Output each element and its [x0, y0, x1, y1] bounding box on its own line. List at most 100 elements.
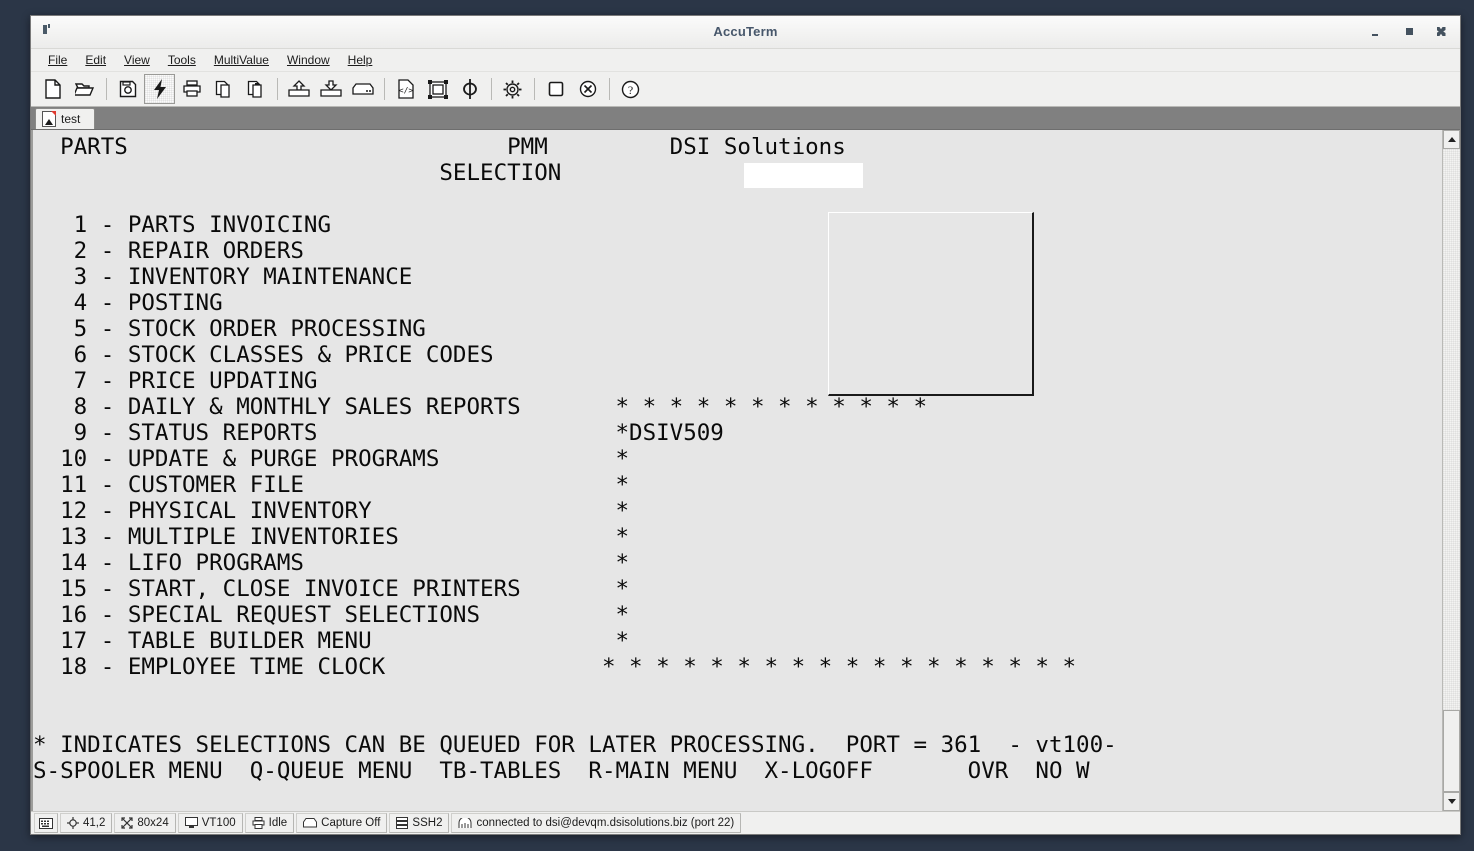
download-button[interactable] — [315, 74, 346, 104]
connect-button[interactable] — [144, 74, 175, 104]
menu-item-multivalue[interactable]: MultiValue — [205, 51, 278, 69]
terminal-line: 4 - POSTING — [33, 290, 223, 316]
selection-input[interactable] — [744, 163, 863, 188]
monitor-icon — [184, 817, 198, 828]
terminal-line: 9 - STATUS REPORTS *DSIV509 — [33, 420, 724, 446]
scroll-up-button[interactable] — [1443, 130, 1460, 149]
cancel-circle-icon — [579, 80, 596, 98]
menu-item-edit[interactable]: Edit — [76, 51, 115, 69]
printer-icon — [252, 817, 265, 829]
terminal-line: * INDICATES SELECTIONS CAN BE QUEUED FOR… — [33, 732, 1117, 758]
maximize-icon — [1405, 28, 1413, 35]
terminal-line: 14 - LIFO PROGRAMS * — [33, 550, 630, 576]
terminal-screen[interactable]: PARTS PMM DSI Solutions SELECTION 1 - PA… — [33, 130, 1442, 811]
save-button[interactable] — [112, 74, 143, 104]
toolbar-separator — [609, 78, 610, 100]
keyboard-icon — [39, 817, 53, 829]
print-icon — [182, 80, 201, 97]
scroll-down-button[interactable] — [1443, 792, 1460, 811]
settings-button[interactable] — [497, 74, 528, 104]
svg-text:</>: </> — [398, 86, 413, 95]
capture-status[interactable]: Capture Off — [296, 813, 388, 833]
close-icon — [1436, 27, 1446, 36]
terminal-line: 6 - STOCK CLASSES & PRICE CODES — [33, 342, 494, 368]
toolbar-separator — [491, 78, 492, 100]
protocol-label: SSH2 — [412, 817, 443, 829]
terminal-line: 11 - CUSTOMER FILE * — [33, 472, 630, 498]
menu-label-window: Window — [286, 53, 330, 67]
save-disk-icon — [119, 80, 136, 98]
help-button[interactable]: ? — [615, 74, 646, 104]
lightning-bolt-icon — [153, 79, 166, 99]
designer-button[interactable] — [422, 74, 453, 104]
server-icon — [396, 817, 409, 829]
terminal-area: PARTS PMM DSI Solutions SELECTION 1 - PA… — [31, 130, 1460, 811]
upload-button[interactable] — [283, 74, 314, 104]
paste-button[interactable] — [240, 74, 271, 104]
terminal-line: 5 - STOCK ORDER PROCESSING — [33, 316, 426, 342]
menu-item-view[interactable]: View — [115, 51, 159, 69]
terminal-session-icon — [42, 111, 56, 127]
code-file-button[interactable]: </> — [390, 74, 421, 104]
cancel-button[interactable] — [572, 74, 603, 104]
emulation-label: VT100 — [201, 817, 236, 829]
toolbar-separator — [106, 78, 107, 100]
open-folder-icon — [74, 83, 94, 96]
drive-button[interactable] — [347, 74, 378, 104]
keyboard-status[interactable] — [34, 813, 58, 833]
help-icon: ? — [621, 80, 640, 98]
capture-icon — [303, 818, 318, 828]
printer-label: Idle — [268, 817, 288, 829]
cursor-position-label: 41,2 — [83, 817, 106, 829]
paste-icon — [247, 80, 262, 98]
terminal-line: 18 - EMPLOYEE TIME CLOCK * * * * * * * *… — [33, 654, 1077, 680]
connection-status[interactable]: connected to dsi@devqm.dsisolutions.biz … — [451, 813, 742, 833]
open-folder-button[interactable] — [69, 74, 100, 104]
emulation-status[interactable]: VT100 — [177, 813, 243, 833]
maximize-button[interactable] — [1392, 16, 1426, 47]
tab-test[interactable]: test — [35, 108, 96, 129]
screen-size-status[interactable]: 80x24 — [114, 813, 176, 833]
menu-item-help[interactable]: Help — [339, 51, 382, 69]
toolbar-separator — [534, 78, 535, 100]
menu-label-file: File — [48, 53, 68, 67]
chevron-up-icon — [1447, 137, 1456, 142]
menu-item-file[interactable]: File — [39, 51, 76, 69]
svg-text:?: ? — [628, 83, 633, 97]
terminal-line: 17 - TABLE BUILDER MENU * — [33, 628, 630, 654]
cursor-position-status[interactable]: 41,2 — [60, 813, 113, 833]
copy-button[interactable] — [208, 74, 239, 104]
terminal-line: 2 - REPAIR ORDERS — [33, 238, 304, 264]
protocol-status[interactable]: SSH2 — [389, 813, 450, 833]
cursor-position-icon — [67, 817, 79, 829]
menu-bar: File Edit View Tools MultiValue Window H… — [31, 49, 1460, 72]
terminal-line: 13 - MULTIPLE INVENTORIES * — [33, 524, 630, 550]
new-file-button[interactable] — [37, 74, 68, 104]
menu-label-edit: Edit — [85, 53, 107, 67]
copy-icon — [215, 80, 230, 98]
toolbar-separator — [277, 78, 278, 100]
menu-item-window[interactable]: Window — [278, 51, 339, 69]
minimize-button[interactable] — [1358, 16, 1392, 47]
stop-button[interactable] — [540, 74, 571, 104]
title-bar[interactable]: AccuTerm — [31, 16, 1460, 49]
vertical-scrollbar[interactable] — [1442, 130, 1460, 811]
phi-button[interactable] — [454, 74, 485, 104]
menu-item-tools[interactable]: Tools — [159, 51, 205, 69]
print-button[interactable] — [176, 74, 207, 104]
terminal-line: 3 - INVENTORY MAINTENANCE — [33, 264, 413, 290]
close-button[interactable] — [1424, 16, 1458, 47]
connection-label: connected to dsi@devqm.dsisolutions.biz … — [476, 817, 735, 829]
phi-icon — [462, 79, 477, 99]
new-file-icon — [44, 79, 61, 99]
menu-label-tools: Tools — [167, 53, 196, 67]
code-file-icon: </> — [397, 79, 414, 99]
menu-label-multivalue: MultiValue — [213, 53, 269, 67]
toolbar-separator — [384, 78, 385, 100]
printer-status[interactable]: Idle — [244, 813, 295, 833]
scrollbar-thumb[interactable] — [1443, 710, 1460, 792]
menu-label-help: Help — [347, 53, 373, 67]
scrollbar-track[interactable] — [1443, 149, 1460, 792]
accuterm-window: AccuTerm File Edit View Tools MultiValue… — [30, 15, 1461, 835]
chevron-down-icon — [1447, 799, 1456, 804]
